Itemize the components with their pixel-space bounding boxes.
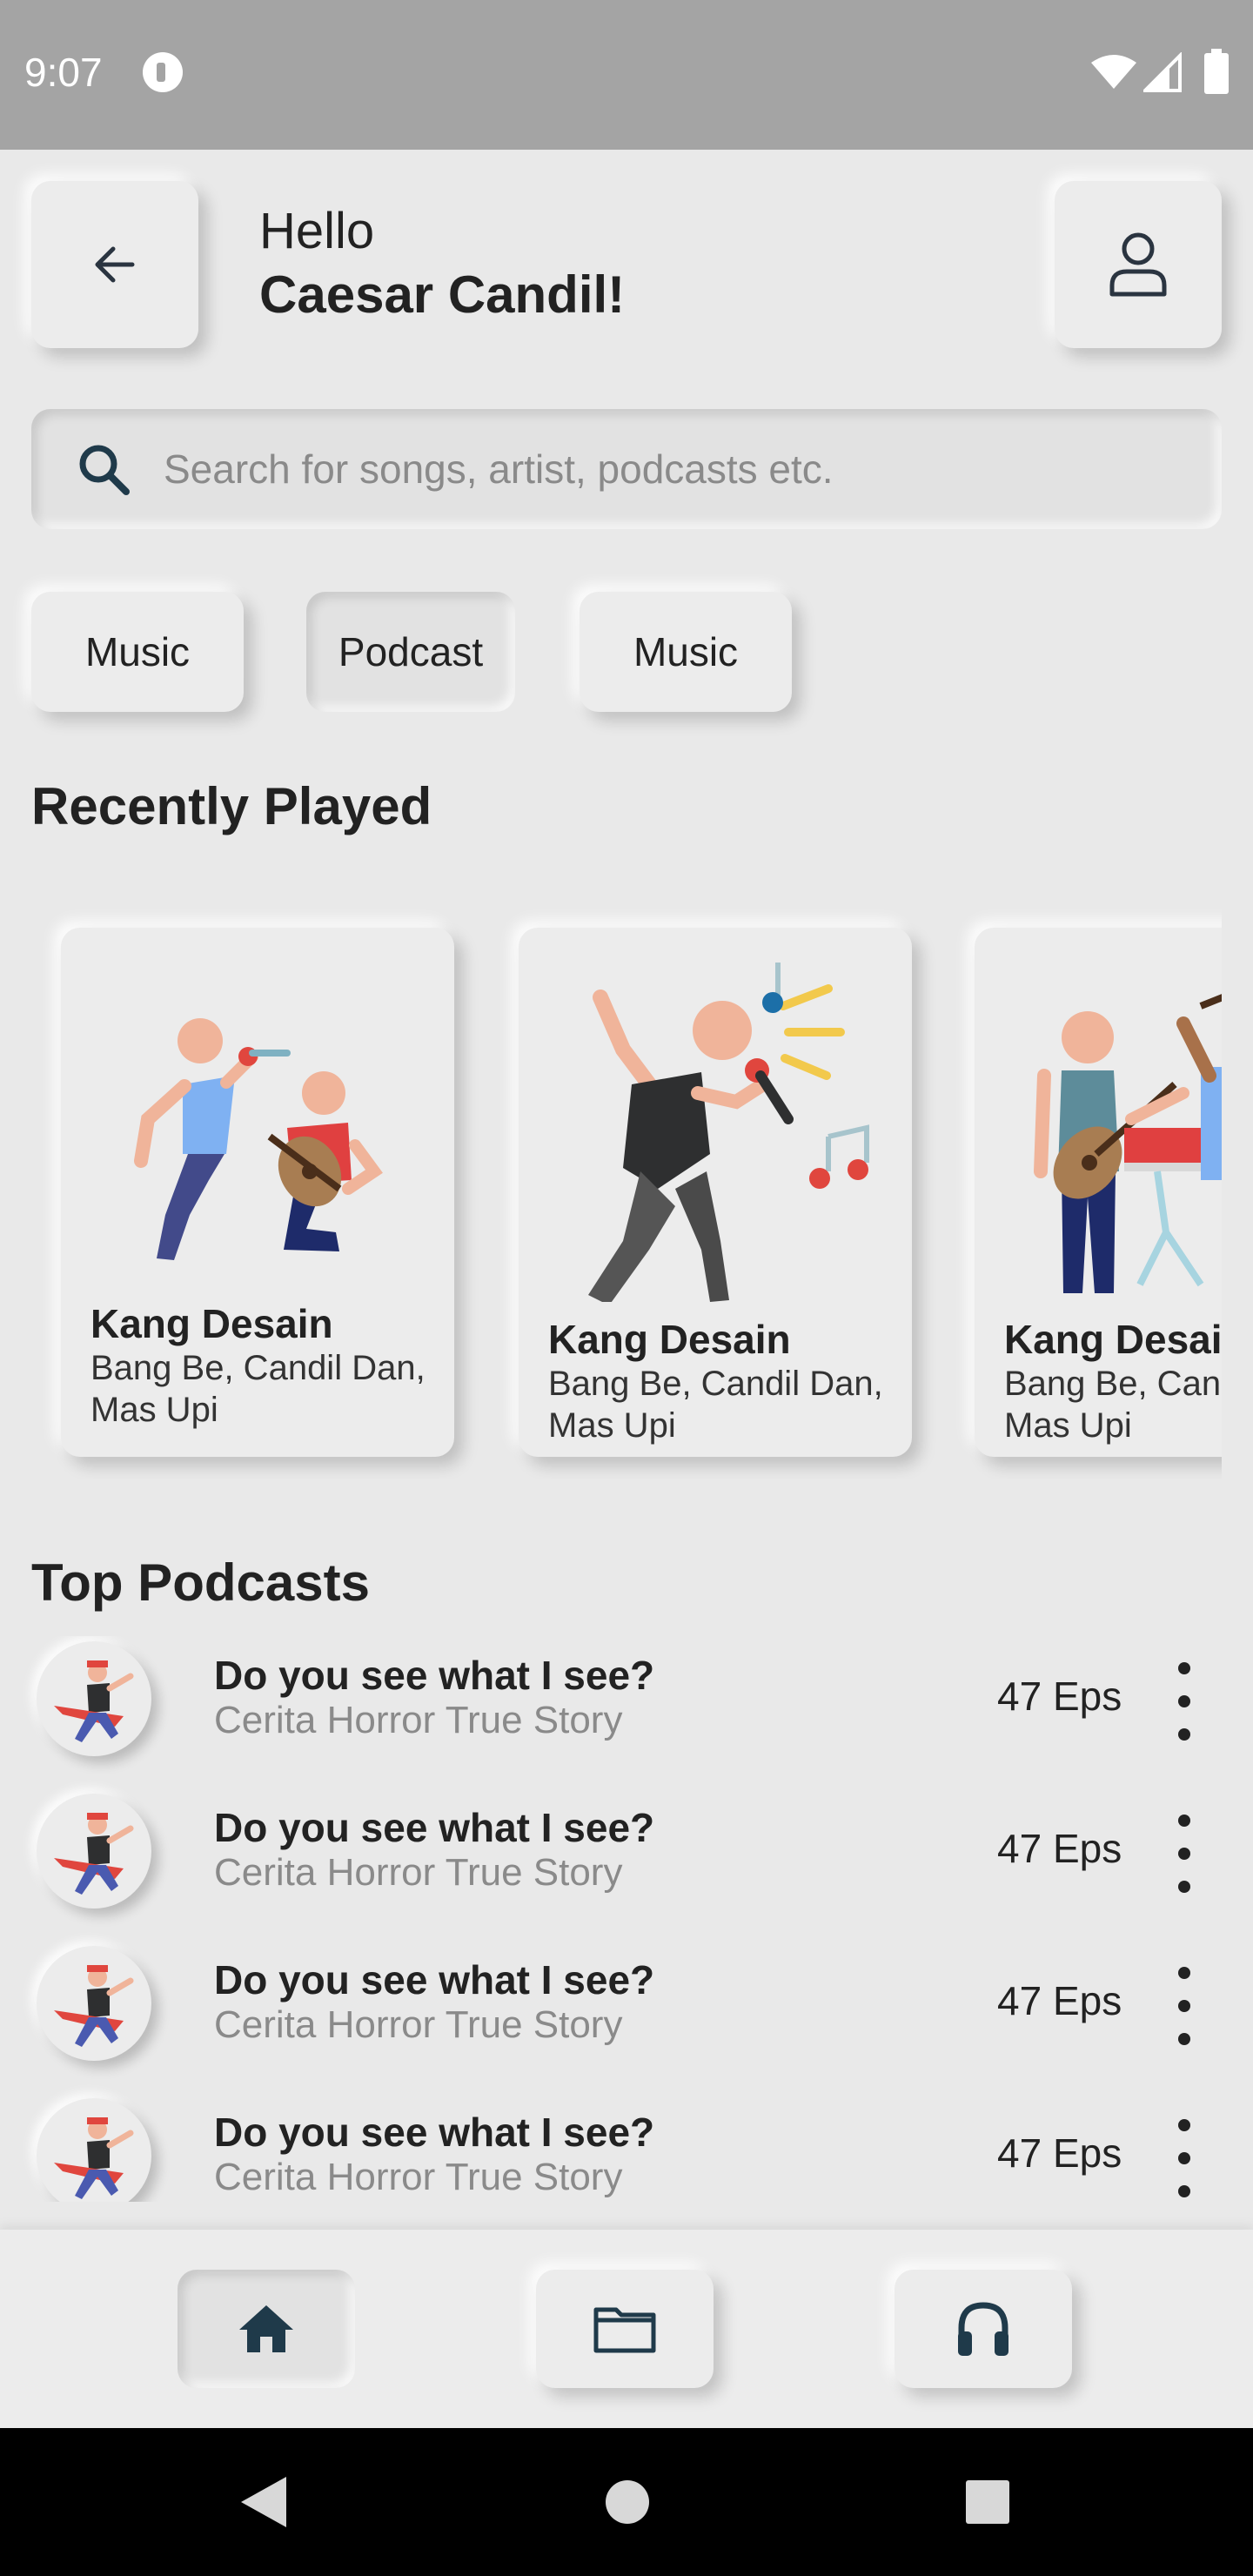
podcast-row[interactable]: Do you see what I see? Cerita Horror Tru… bbox=[31, 1636, 1222, 1767]
recent-card-title: Kang Desain bbox=[1004, 1317, 1222, 1362]
user-name: Caesar Candil! bbox=[259, 265, 626, 324]
podcast-subtitle: Cerita Horror True Story bbox=[214, 1851, 623, 1894]
podcast-cover bbox=[37, 2098, 151, 2202]
podcast-subtitle: Cerita Horror True Story bbox=[214, 2156, 623, 2198]
signal-icon bbox=[1143, 52, 1182, 92]
search-input[interactable]: Search for songs, artist, podcasts etc. bbox=[31, 409, 1222, 529]
podcast-subtitle: Cerita Horror True Story bbox=[214, 2003, 623, 2046]
podcast-title: Do you see what I see? bbox=[214, 2110, 655, 2155]
home-icon bbox=[239, 2305, 293, 2352]
status-time: 9:07 bbox=[24, 50, 103, 95]
recent-card-artists: Bang Be, Candil Dan, Mas Upi bbox=[1004, 1365, 1222, 1445]
greeting-text: Hello bbox=[259, 203, 375, 259]
wifi-icon bbox=[1091, 55, 1136, 89]
system-back-icon[interactable] bbox=[235, 2473, 292, 2531]
more-vert-icon[interactable] bbox=[1171, 1662, 1197, 1741]
podcast-episodes: 47 Eps bbox=[997, 1826, 1122, 1871]
battery-icon bbox=[1204, 49, 1229, 94]
search-placeholder: Search for songs, artist, podcasts etc. bbox=[164, 446, 834, 492]
podcast-row[interactable]: Do you see what I see? Cerita Horror Tru… bbox=[31, 1788, 1222, 1919]
podcast-title: Do you see what I see? bbox=[214, 1805, 655, 1850]
recent-card[interactable]: Kang Desain Bang Be, Candil Dan, Mas Upi bbox=[975, 928, 1222, 1457]
podcast-episodes: 47 Eps bbox=[997, 1674, 1122, 1719]
recent-card-artists: Bang Be, Candil Dan, Mas Upi bbox=[548, 1365, 883, 1445]
podcast-episodes: 47 Eps bbox=[997, 2130, 1122, 2176]
recent-card-title: Kang Desain bbox=[548, 1317, 791, 1362]
podcast-episodes: 47 Eps bbox=[997, 1978, 1122, 2023]
singer-illustration bbox=[588, 963, 869, 1302]
system-home-icon[interactable] bbox=[599, 2473, 656, 2531]
podcast-row[interactable]: Do you see what I see? Cerita Horror Tru… bbox=[31, 2093, 1222, 2202]
podcast-cover bbox=[37, 1641, 151, 1756]
more-vert-icon[interactable] bbox=[1171, 2119, 1197, 2197]
podcast-subtitle: Cerita Horror True Story bbox=[214, 1699, 623, 1741]
chip-music[interactable]: Music bbox=[31, 592, 244, 712]
more-vert-icon[interactable] bbox=[1171, 1815, 1197, 1893]
podcast-title: Do you see what I see? bbox=[214, 1653, 655, 1698]
system-navigation-bar bbox=[0, 2428, 1253, 2576]
recent-card-title: Kang Desain bbox=[90, 1301, 333, 1346]
recently-played-carousel[interactable]: Kang Desain Bang Be, Candil Dan, Mas Upi… bbox=[31, 870, 1222, 1479]
chip-podcast[interactable]: Podcast bbox=[306, 592, 515, 712]
band-trio-illustration bbox=[1034, 994, 1222, 1293]
system-recents-icon[interactable] bbox=[959, 2473, 1016, 2531]
profile-button[interactable] bbox=[1055, 181, 1222, 348]
back-button[interactable] bbox=[31, 181, 198, 348]
recent-card-artists: Bang Be, Candil Dan, Mas Upi bbox=[90, 1349, 425, 1429]
status-bar: 9:07 bbox=[0, 0, 1253, 150]
podcast-title: Do you see what I see? bbox=[214, 1957, 655, 2002]
recent-card[interactable]: Kang Desain Bang Be, Candil Dan, Mas Upi bbox=[61, 928, 454, 1457]
user-icon bbox=[1109, 232, 1167, 297]
bottom-navigation bbox=[0, 2230, 1253, 2428]
recent-card[interactable]: Kang Desain Bang Be, Candil Dan, Mas Upi bbox=[519, 928, 912, 1457]
nav-home-button[interactable] bbox=[178, 2270, 355, 2388]
chip-music-2[interactable]: Music bbox=[580, 592, 792, 712]
top-podcasts-title: Top Podcasts bbox=[31, 1553, 370, 1612]
nav-folder-button[interactable] bbox=[536, 2270, 714, 2388]
recently-played-title: Recently Played bbox=[31, 777, 432, 835]
search-icon bbox=[73, 439, 134, 500]
band-duo-illustration bbox=[134, 1018, 383, 1260]
folder-icon bbox=[593, 2307, 656, 2353]
podcast-cover bbox=[37, 1946, 151, 2061]
podcast-cover bbox=[37, 1794, 151, 1909]
arrow-left-icon bbox=[95, 246, 135, 283]
podcast-row[interactable]: Do you see what I see? Cerita Horror Tru… bbox=[31, 1941, 1222, 2071]
top-podcasts-list: Do you see what I see? Cerita Horror Tru… bbox=[0, 1636, 1253, 2202]
notification-icon bbox=[143, 52, 183, 92]
more-vert-icon[interactable] bbox=[1171, 1967, 1197, 2045]
headphones-icon bbox=[958, 2302, 1008, 2356]
nav-headphones-button[interactable] bbox=[895, 2270, 1072, 2388]
